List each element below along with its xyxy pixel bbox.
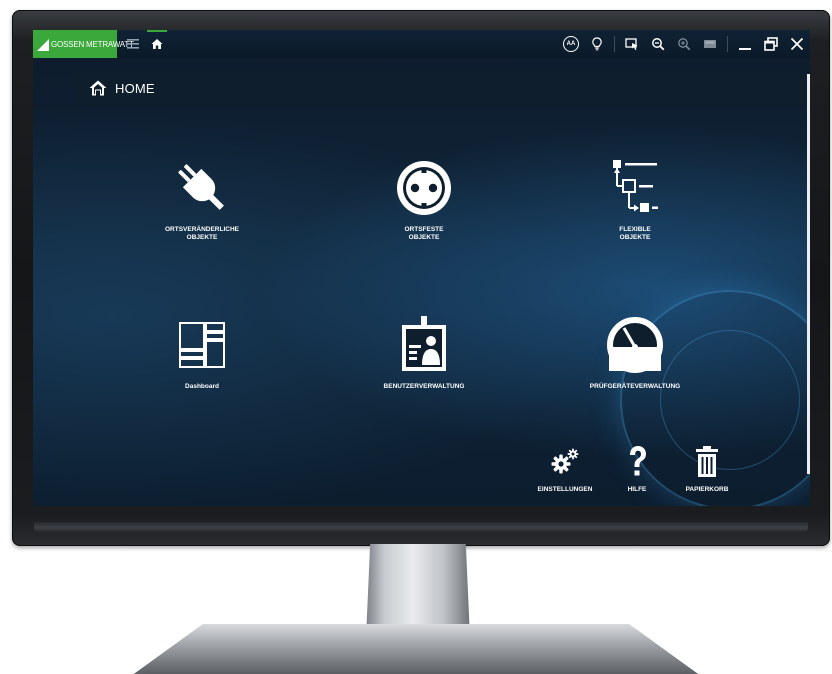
minimize-button[interactable] xyxy=(732,30,758,58)
tile-ortsfeste-objekte[interactable]: ORTSFESTE OBJEKTE xyxy=(354,158,494,242)
tile-label: ORTSFESTE OBJEKTE xyxy=(404,226,444,241)
minimize-icon xyxy=(739,48,751,50)
toolbar-divider xyxy=(614,36,615,52)
home-icon xyxy=(89,80,107,96)
home-icon xyxy=(151,39,163,49)
zoom-out-button[interactable] xyxy=(645,30,671,58)
lightbulb-icon xyxy=(592,37,602,51)
settings-label: EINSTELLUNGEN xyxy=(537,486,593,493)
page-header: HOME xyxy=(77,70,807,106)
menu-icon xyxy=(127,39,139,49)
menu-button[interactable] xyxy=(123,30,143,58)
tile-label: PRÜFGERÄTEVERWALTUNG xyxy=(589,383,681,390)
restore-icon xyxy=(764,37,778,51)
monitor-stand-neck xyxy=(366,544,470,638)
home-tab[interactable] xyxy=(145,30,169,58)
select-icon xyxy=(625,38,638,50)
trash-icon xyxy=(689,444,725,480)
screen-button[interactable] xyxy=(697,30,723,58)
gears-icon xyxy=(547,444,583,480)
select-button[interactable] xyxy=(619,30,645,58)
lightbulb-button[interactable] xyxy=(584,30,610,58)
toolbar-divider xyxy=(727,36,728,52)
vertical-scrollbar[interactable] xyxy=(807,74,810,474)
tree-structure-icon xyxy=(605,158,665,218)
dashboard-icon xyxy=(172,315,232,375)
text-size-icon: AA xyxy=(563,36,579,52)
brand-logo: GOSSEN METRAWATT xyxy=(33,30,134,58)
zoom-in-button[interactable] xyxy=(671,30,697,58)
help-button[interactable]: HILFE xyxy=(601,444,673,494)
trash-button[interactable]: PAPIERKORB xyxy=(671,444,743,494)
socket-icon xyxy=(394,158,454,218)
tile-label: BENUTZERVERWALTUNG xyxy=(383,383,465,390)
user-badge-icon xyxy=(394,315,454,375)
close-icon xyxy=(790,37,804,51)
brand-name: GOSSEN METRAWATT xyxy=(51,39,134,49)
settings-button[interactable]: EINSTELLUNGEN xyxy=(529,444,601,494)
tile-pruefgeraeteverwaltung[interactable]: PRÜFGERÄTEVERWALTUNG xyxy=(565,315,705,391)
screen-icon xyxy=(704,40,716,48)
tile-benutzerverwaltung[interactable]: BENUTZERVERWALTUNG xyxy=(354,315,494,391)
brand-mark-icon xyxy=(37,39,49,51)
tile-flexible-objekte[interactable]: FLEXIBLE OBJEKTE xyxy=(565,158,705,242)
tile-label: FLEXIBLE OBJEKTE xyxy=(619,226,651,241)
app-screen: GOSSEN METRAWATT AA HOME ORTSVERÄNDERLIC… xyxy=(33,30,810,506)
monitor-stand-base xyxy=(120,624,712,674)
text-size-button[interactable]: AA xyxy=(558,30,584,58)
tile-label: Dashboard xyxy=(185,383,219,390)
tile-label: ORTSVERÄNDERLICHE OBJEKTE xyxy=(164,226,240,241)
restore-button[interactable] xyxy=(758,30,784,58)
page-title: HOME xyxy=(115,80,155,96)
zoom-out-icon xyxy=(652,38,665,51)
tile-dashboard[interactable]: Dashboard xyxy=(132,315,272,391)
title-bar: GOSSEN METRAWATT AA xyxy=(33,30,810,58)
gauge-icon xyxy=(605,315,665,375)
help-label: HILFE xyxy=(627,486,647,493)
trash-label: PAPIERKORB xyxy=(685,486,729,493)
zoom-in-icon xyxy=(678,38,691,51)
titlebar-toolbar: AA xyxy=(558,30,810,58)
question-icon xyxy=(619,444,655,480)
tile-ortsveraenderliche-objekte[interactable]: ORTSVERÄNDERLICHE OBJEKTE xyxy=(132,158,272,242)
plug-icon xyxy=(172,158,232,218)
close-button[interactable] xyxy=(784,30,810,58)
